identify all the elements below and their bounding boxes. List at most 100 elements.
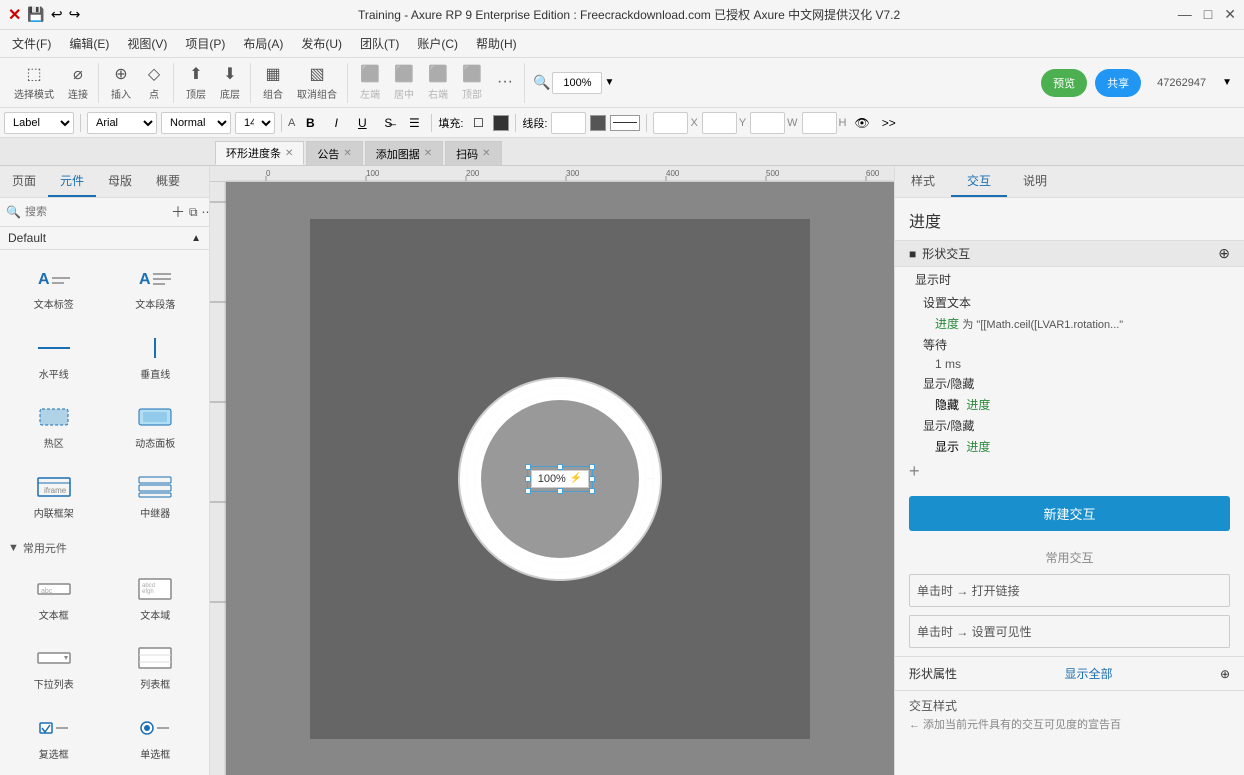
italic-btn[interactable]: I (325, 112, 347, 134)
comp-radio[interactable]: 单选框 (106, 704, 206, 772)
rp-tab-interaction[interactable]: 交互 (951, 166, 1007, 197)
menu-view[interactable]: 视图(V) (119, 31, 175, 56)
click-link-btn[interactable]: 单击时 → 打开链接 (909, 574, 1230, 607)
tab-addjuly-close[interactable]: ✕ (424, 148, 432, 159)
handle-mr[interactable] (589, 476, 595, 482)
bottom-layer-btn[interactable]: ⬇ 底层 (214, 62, 246, 103)
handle-tr[interactable] (589, 464, 595, 470)
extra-section-arrow[interactable]: ▼ (8, 542, 19, 554)
progress-widget[interactable]: 100% ⚡ (460, 379, 660, 579)
menu-team[interactable]: 团队(T) (352, 31, 407, 56)
click-visible-btn[interactable]: 单击时 → 设置可见性 (909, 615, 1230, 648)
ungroup-btn[interactable]: ▧ 取消组合 (291, 62, 343, 103)
handle-tl[interactable] (525, 464, 531, 470)
id-dropdown-icon[interactable]: ▼ (1222, 77, 1232, 88)
select-mode-btn[interactable]: ⬚ 选择模式 (8, 62, 60, 103)
font-family-select[interactable]: Arial (87, 112, 157, 134)
progress-label-container[interactable]: 100% ⚡ (531, 470, 590, 488)
fill-color-btn[interactable] (493, 115, 509, 131)
component-type-select[interactable]: Label (4, 112, 74, 134)
minimize-btn[interactable]: — (1178, 6, 1192, 23)
canvas-area[interactable]: 0 100 200 300 400 500 600 (210, 166, 894, 775)
menu-layout[interactable]: 布局(A) (235, 31, 291, 56)
add-library-btn[interactable]: ＋ (171, 202, 185, 222)
menu-project[interactable]: 项目(P) (177, 31, 233, 56)
comp-hotspot[interactable]: 热区 (4, 393, 104, 461)
group-btn[interactable]: ▦ 组合 (257, 62, 289, 103)
font-size-select[interactable]: 14 (235, 112, 275, 134)
undo-btn[interactable]: ↩ (51, 6, 63, 23)
menu-edit[interactable]: 编辑(E) (61, 31, 117, 56)
tab-huanxing-close[interactable]: ✕ (285, 148, 293, 159)
preview-btn[interactable]: 预览 (1041, 69, 1087, 97)
comp-listbox[interactable]: 列表框 (106, 634, 206, 702)
connect-btn[interactable]: ⌀ 连接 (62, 62, 94, 103)
menu-file[interactable]: 文件(F) (4, 31, 59, 56)
font-style-select[interactable]: Normal (161, 112, 231, 134)
new-interaction-btn[interactable]: 新建交互 (909, 496, 1230, 531)
point-btn[interactable]: ◇ 点 (139, 62, 169, 103)
top-layer-btn[interactable]: ⬆ 顶层 (180, 62, 212, 103)
add-interaction-btn[interactable]: + (895, 457, 1244, 486)
tab-pages[interactable]: 页面 (0, 166, 48, 197)
h-input[interactable]: 16 (802, 112, 837, 134)
section-collapse-btn[interactable]: ▲ (191, 233, 201, 244)
tab-gonggao[interactable]: 公告 ✕ (306, 141, 362, 165)
fill-checkbox-btn[interactable]: ☐ (467, 112, 489, 134)
section-checkbox[interactable]: ■ (909, 247, 916, 261)
zoom-input[interactable] (552, 72, 602, 94)
more-align-btn[interactable]: ··· (490, 71, 520, 95)
save-icon[interactable]: 💾 (27, 6, 44, 23)
align-left-btn[interactable]: ⬛ 左端 (354, 62, 386, 103)
canvas-page[interactable]: 100% ⚡ (310, 219, 810, 739)
comp-repeater[interactable]: 中继器 (106, 463, 206, 531)
comp-inline-frame[interactable]: iframe 内联框架 (4, 463, 104, 531)
menu-help[interactable]: 帮助(H) (468, 31, 525, 56)
x-input[interactable]: 156 (653, 112, 688, 134)
handle-br[interactable] (589, 488, 595, 494)
w-input[interactable]: 56 (750, 112, 785, 134)
comp-h-line[interactable]: 水平线 (4, 324, 104, 392)
section-expand-btn[interactable]: ⊕ (1218, 245, 1230, 262)
line-value-input[interactable]: 0 (551, 112, 586, 134)
show-all-btn[interactable]: 显示全部 (1064, 665, 1112, 682)
rp-tab-style[interactable]: 样式 (895, 166, 951, 197)
comp-v-line[interactable]: 垂直线 (106, 324, 206, 392)
comp-textarea[interactable]: abcd efgh 文本域 (106, 565, 206, 633)
share-btn[interactable]: 共享 (1095, 69, 1141, 97)
handle-tm[interactable] (557, 464, 563, 470)
strikethrough-btn[interactable]: S̶ (377, 112, 399, 134)
tab-scan[interactable]: 扫码 ✕ (445, 141, 501, 165)
line-style-btn[interactable] (610, 115, 640, 131)
menu-publish[interactable]: 发布(U) (293, 31, 350, 56)
more-format-btn[interactable]: >> (878, 112, 900, 134)
rp-tab-notes[interactable]: 说明 (1007, 166, 1063, 197)
redo-btn[interactable]: ↪ (69, 6, 81, 23)
attrs-expand-icon[interactable]: ⊕ (1220, 667, 1230, 681)
bold-btn[interactable]: B (299, 112, 321, 134)
y-input[interactable]: 156 (702, 112, 737, 134)
comp-text-paragraph[interactable]: A 文本段落 (106, 254, 206, 322)
comp-text-label[interactable]: A 文本标签 (4, 254, 104, 322)
handle-bm[interactable] (557, 488, 563, 494)
underline-btn[interactable]: U (351, 112, 373, 134)
insert-btn[interactable]: ⊕ 插入 (105, 62, 137, 103)
zoom-dropdown-icon[interactable]: ▼ (604, 77, 614, 88)
align-center-btn[interactable]: ⬛ 居中 (388, 62, 420, 103)
handle-bl[interactable] (525, 488, 531, 494)
tab-masters[interactable]: 母版 (96, 166, 144, 197)
close-btn[interactable]: ✕ (1224, 6, 1236, 23)
menu-account[interactable]: 账户(C) (409, 31, 466, 56)
align-right-btn[interactable]: ⬛ 右端 (422, 62, 454, 103)
comp-dynamic-panel[interactable]: 动态面板 (106, 393, 206, 461)
tab-scan-close[interactable]: ✕ (482, 148, 490, 159)
visibility-btn[interactable]: 👁 (851, 112, 874, 134)
search-input[interactable] (25, 206, 167, 218)
canvas-content[interactable]: 100% ⚡ (226, 182, 894, 775)
tab-huanxing[interactable]: 环形进度条 ✕ (215, 141, 304, 165)
handle-ml[interactable] (525, 476, 531, 482)
copy-btn[interactable]: ⧉ (189, 205, 198, 220)
tab-gonggao-close[interactable]: ✕ (343, 148, 351, 159)
tab-addjuly[interactable]: 添加图据 ✕ (365, 141, 443, 165)
line-color-btn[interactable] (590, 115, 606, 131)
